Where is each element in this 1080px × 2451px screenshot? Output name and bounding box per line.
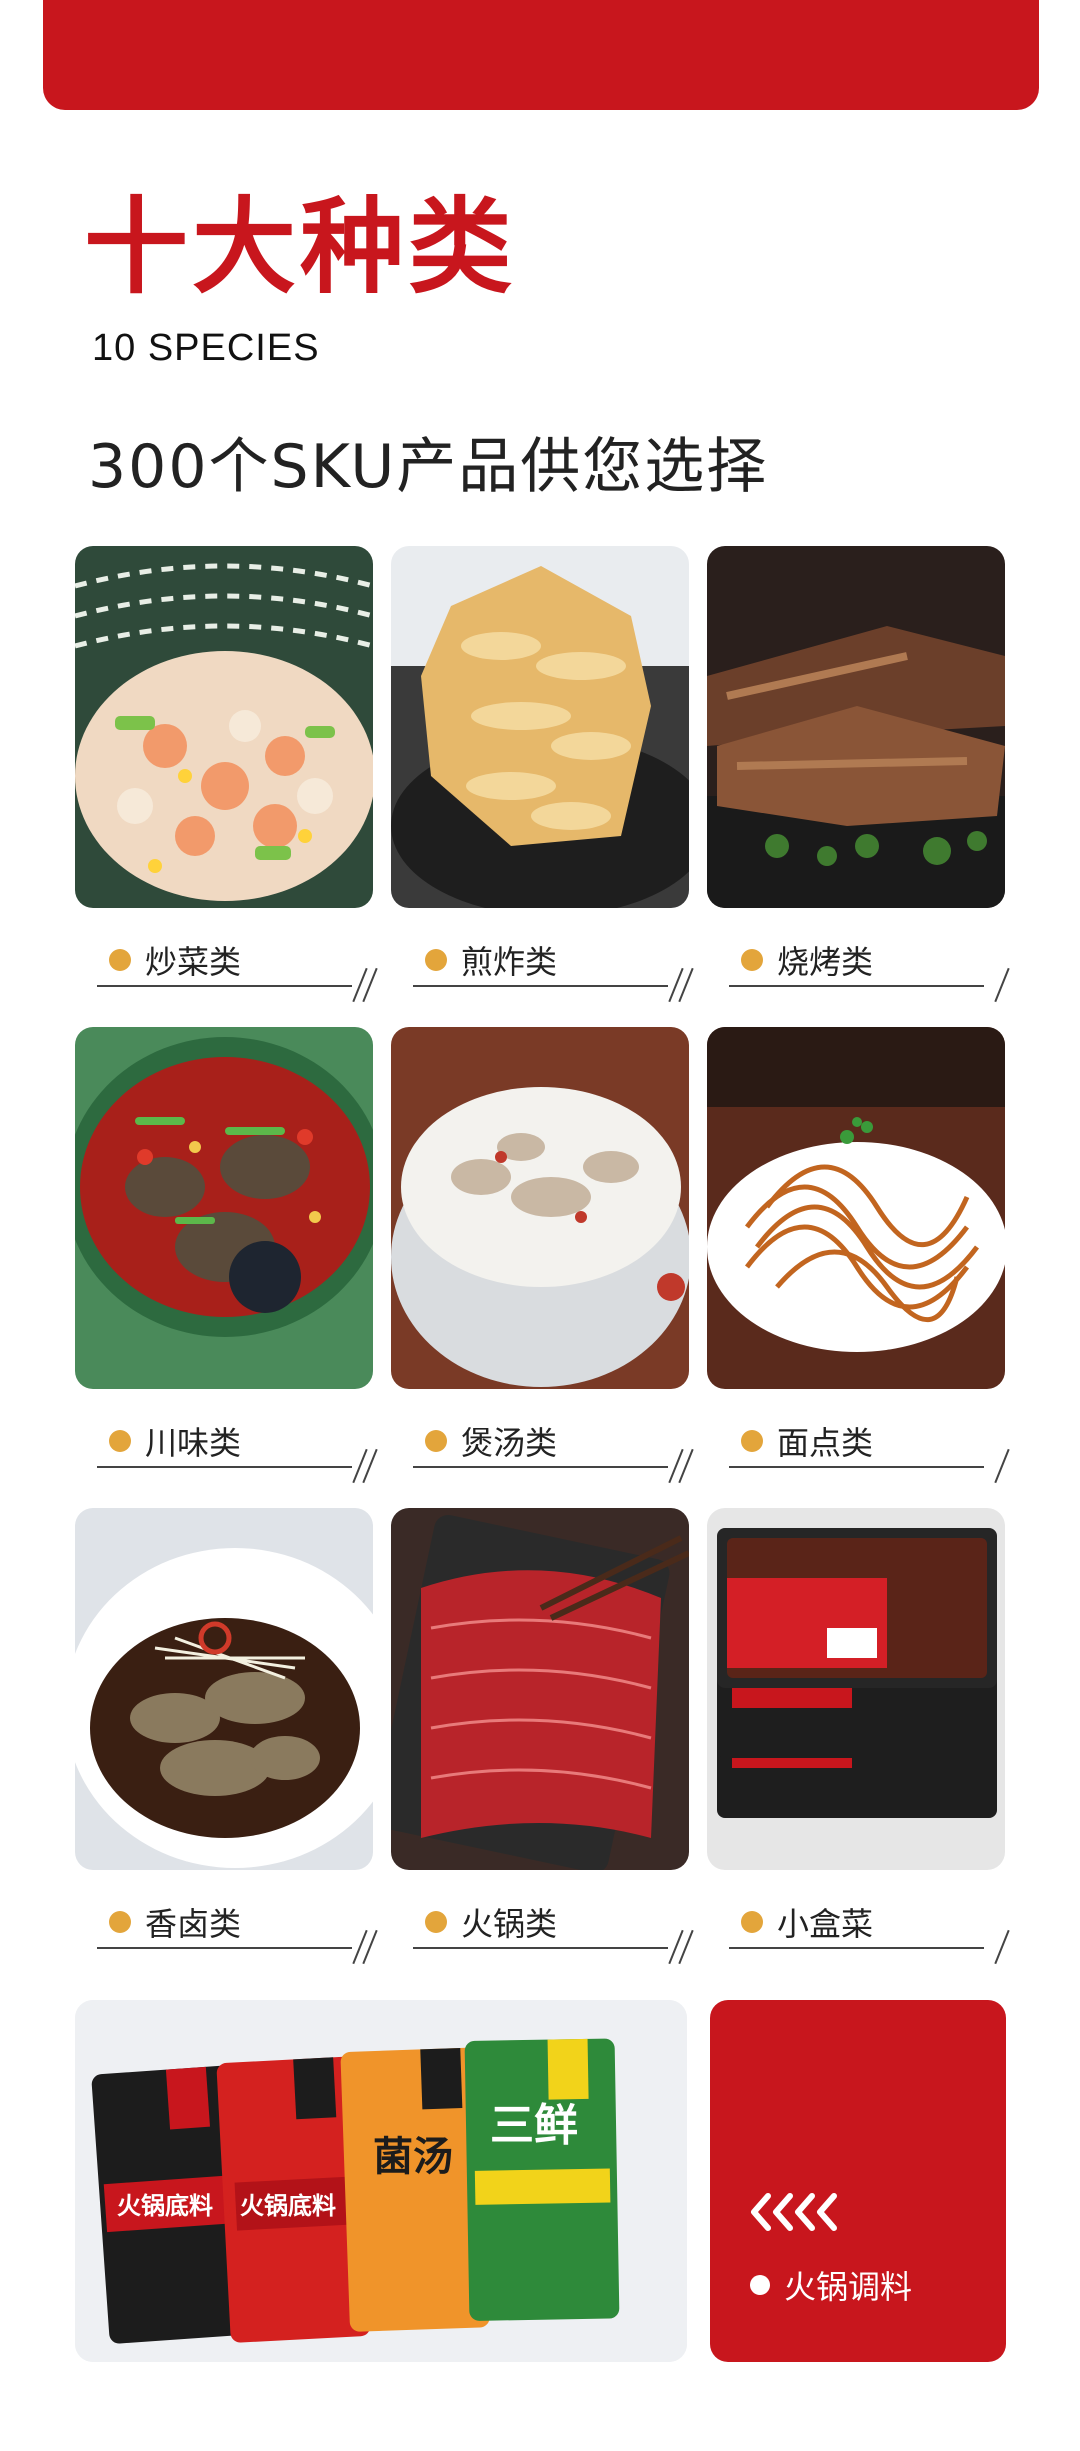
divider-line [413,985,668,987]
divider-line [97,1947,352,1949]
bullet-dot-icon [741,1911,763,1933]
bullet-dot-icon [425,1911,447,1933]
category-card[interactable]: 小盒菜 [707,1508,1010,1965]
category-label: 炒菜类 [145,943,242,981]
divider-line [413,1466,668,1468]
category-label: 煎炸类 [461,943,558,981]
bullet-dot-icon [741,949,763,971]
bullet-dot-icon [109,949,131,971]
category-caption: 川味类 [97,1412,387,1484]
bbq-ribs-photo [707,546,1005,908]
divider-line [97,1466,352,1468]
bullet-dot-icon [425,1430,447,1452]
soup-pot-photo [391,1027,689,1389]
bullet-dot-icon [750,2275,770,2295]
category-label: 川味类 [145,1424,242,1462]
hotpot-seasoning-packs-photo[interactable]: 火锅底料 火锅底料 菌汤 三鲜 [75,2000,687,2362]
noodles-photo [707,1027,1005,1389]
category-card[interactable]: 火锅类 [391,1508,694,1965]
top-banner [43,0,1039,110]
category-caption: 小盒菜 [729,1893,1019,1965]
boxed-meal-photo [707,1508,1005,1870]
category-card[interactable]: 煲汤类 [391,1027,694,1484]
category-card[interactable]: 炒菜类 [75,546,378,1003]
pack-label: 菌汤 [373,2134,453,2180]
divider-line [413,1947,668,1949]
hotpot-beef-photo [391,1508,689,1870]
bullet-dot-icon [425,949,447,971]
hotpot-seasoning-card[interactable]: 火锅调料 [710,2000,1006,2362]
category-caption: 火锅类 [413,1893,703,1965]
sichuan-fish-photo [75,1027,373,1389]
category-label: 小盒菜 [777,1905,874,1943]
slash-decoration [994,1448,1010,1484]
category-caption: 煲汤类 [413,1412,703,1484]
category-card[interactable]: 烧烤类 [707,546,1010,1003]
divider-line [729,1947,984,1949]
category-caption: 煎炸类 [413,931,703,1003]
tagline: 300个SKU产品供您选择 [88,432,769,502]
hotpot-seasoning-label: 火锅调料 [784,2268,913,2306]
fried-food-photo [391,546,689,908]
page-title: 十大种类 [84,186,517,308]
category-caption: 烧烤类 [729,931,1019,1003]
bullet-dot-icon [109,1911,131,1933]
braised-dish-photo [75,1508,373,1870]
stir-fry-dish-photo [75,546,373,908]
chevrons-left-icon [751,2193,837,2231]
pack-label: 火锅底料 [117,2192,213,2220]
category-card[interactable]: 川味类 [75,1027,378,1484]
bullet-dot-icon [109,1430,131,1452]
category-label: 面点类 [777,1424,874,1462]
category-label: 香卤类 [145,1905,242,1943]
category-label: 火锅类 [461,1905,558,1943]
divider-line [729,1466,984,1468]
category-card[interactable]: 面点类 [707,1027,1010,1484]
slash-decoration [994,967,1010,1003]
category-card[interactable]: 煎炸类 [391,546,694,1003]
bullet-dot-icon [741,1430,763,1452]
category-caption: 炒菜类 [97,931,387,1003]
category-caption: 香卤类 [97,1893,387,1965]
divider-line [729,985,984,987]
category-label: 煲汤类 [461,1424,558,1462]
pack-label: 火锅底料 [240,2192,336,2220]
category-label: 烧烤类 [777,943,874,981]
page-subtitle: 10 SPECIES [92,327,320,369]
category-caption: 面点类 [729,1412,1019,1484]
category-card[interactable]: 香卤类 [75,1508,378,1965]
divider-line [97,985,352,987]
slash-decoration [994,1929,1010,1965]
pack-label: 三鲜 [490,2100,578,2151]
